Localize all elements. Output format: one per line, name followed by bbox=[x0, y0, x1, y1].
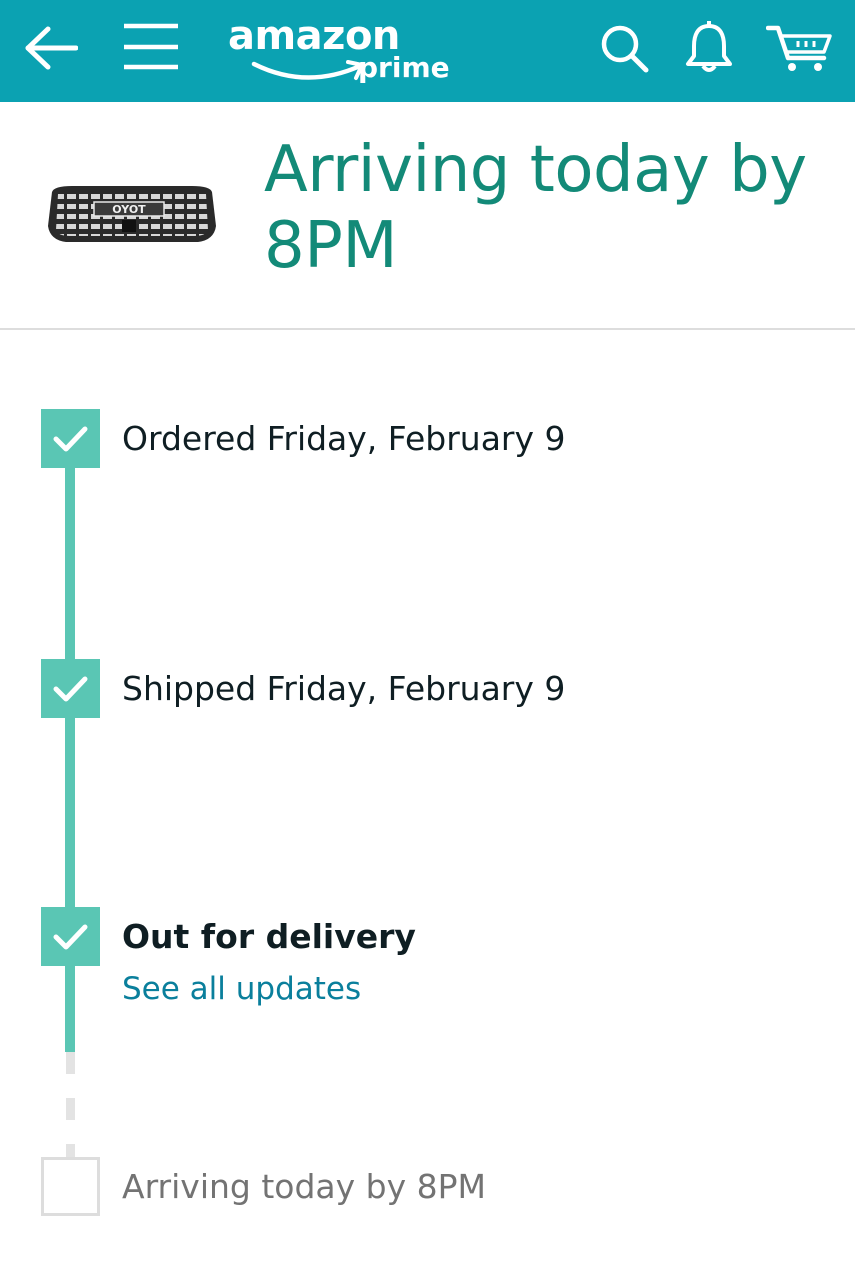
search-icon[interactable] bbox=[600, 24, 650, 79]
brand-name: amazon bbox=[228, 13, 400, 59]
step-complete-checkbox bbox=[41, 907, 100, 966]
step-arriving-label: Arriving today by 8PM bbox=[122, 1167, 486, 1206]
amazon-prime-logo[interactable]: amazon prime bbox=[226, 10, 456, 94]
checkmark-icon bbox=[53, 676, 88, 702]
step-out-for-delivery-label: Out for delivery bbox=[122, 917, 416, 956]
hamburger-menu-icon[interactable] bbox=[122, 22, 180, 77]
checkmark-icon bbox=[53, 426, 88, 452]
step-ordered-label: Ordered Friday, February 9 bbox=[122, 419, 566, 458]
top-nav-bar: amazon prime bbox=[0, 0, 855, 102]
progress-line-pending bbox=[66, 1098, 75, 1120]
step-shipped-label: Shipped Friday, February 9 bbox=[122, 669, 566, 708]
tracking-timeline: Ordered Friday, February 9 Shipped Frida… bbox=[0, 330, 855, 1279]
progress-line-pending bbox=[66, 1052, 75, 1074]
delivery-header: OYOT Arriving today by 8PM bbox=[0, 102, 855, 330]
cart-icon[interactable] bbox=[765, 22, 834, 79]
smile-arrow-icon bbox=[251, 60, 364, 80]
bell-icon[interactable] bbox=[684, 20, 734, 79]
product-image[interactable]: OYOT bbox=[42, 182, 222, 251]
back-arrow-icon[interactable] bbox=[24, 26, 79, 75]
brand-sub: prime bbox=[358, 51, 450, 84]
product-image-text: OYOT bbox=[112, 203, 146, 216]
step-complete-checkbox bbox=[41, 409, 100, 468]
arrival-title: Arriving today by 8PM bbox=[264, 133, 807, 283]
checkmark-icon bbox=[53, 924, 88, 950]
see-all-updates-link[interactable]: See all updates bbox=[122, 969, 361, 1009]
step-pending-checkbox bbox=[41, 1157, 100, 1216]
step-complete-checkbox bbox=[41, 659, 100, 718]
